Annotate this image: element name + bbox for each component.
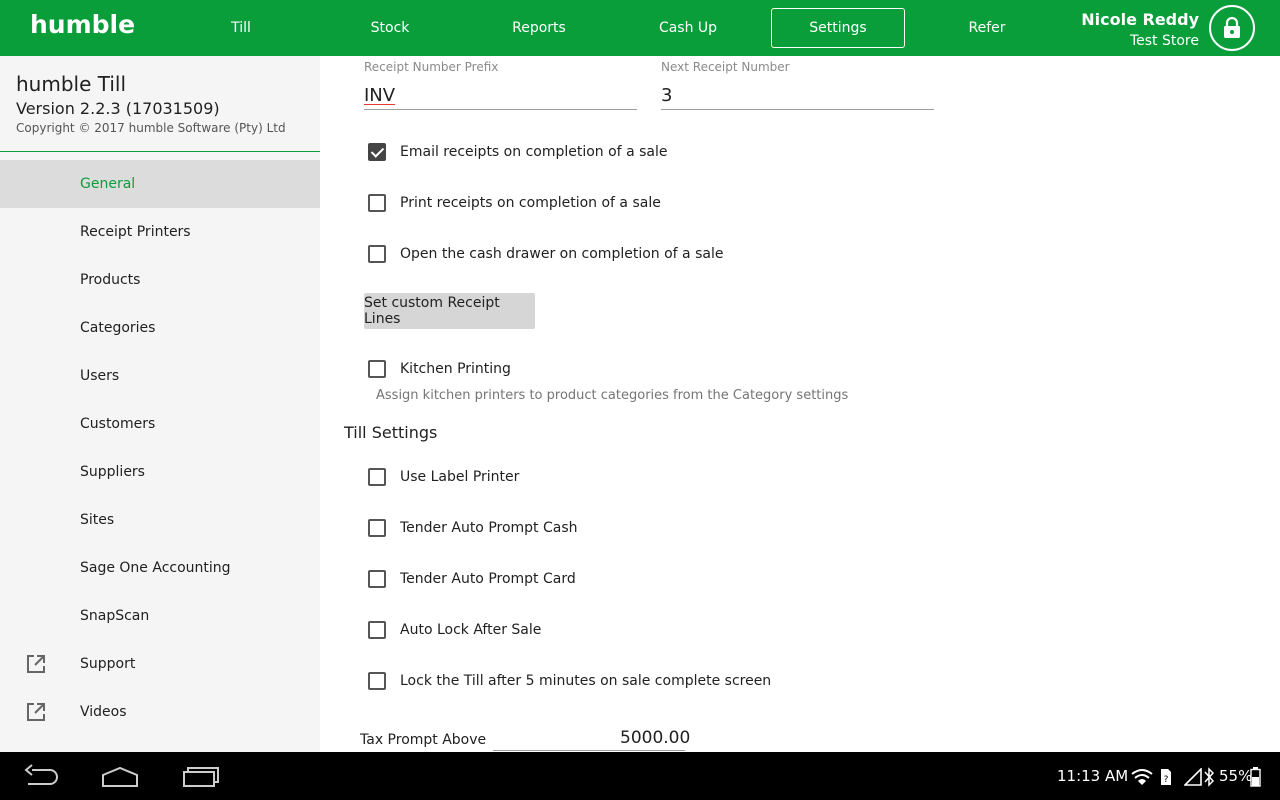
top-app-bar: humble Till Stock Reports Cash Up Settin… (0, 0, 1280, 56)
kitchen-printing-checkbox[interactable] (368, 360, 386, 378)
next-receipt-input[interactable]: 3 (661, 85, 672, 106)
sidebar-item-label: Receipt Printers (80, 224, 191, 240)
email-receipts-option[interactable]: Email receipts on completion of a sale (368, 140, 667, 164)
sidebar-item-label: Categories (80, 320, 156, 336)
sidebar-item-label: SnapScan (80, 608, 150, 624)
sidebar-item-label: Sites (80, 512, 115, 528)
sidebar-item-sage-one-accounting[interactable]: Sage One Accounting (0, 544, 320, 592)
sidebar-item-label: General (80, 176, 136, 192)
open-cash-drawer-option[interactable]: Open the cash drawer on completion of a … (368, 242, 723, 266)
sidebar-item-users[interactable]: Users (0, 352, 320, 400)
tender-auto-prompt-cash-checkbox[interactable] (368, 519, 386, 537)
sidebar-item-general[interactable]: General (0, 160, 320, 208)
sidebar-item-customers[interactable]: Customers (0, 400, 320, 448)
nav-settings[interactable]: Settings (771, 8, 905, 48)
kitchen-printing-helper: Assign kitchen printers to product categ… (376, 388, 849, 403)
checkbox-label: Tender Auto Prompt Cash (400, 520, 578, 536)
general-settings-panel: Receipt Number Prefix INV Next Receipt N… (320, 56, 1280, 752)
tender-auto-prompt-card-checkbox[interactable] (368, 570, 386, 588)
sidebar-item-label: Sage One Accounting (80, 560, 231, 576)
lock-till-after-5-minutes-option[interactable]: Lock the Till after 5 minutes on sale co… (368, 669, 771, 693)
sidebar-item-support[interactable]: Support (0, 640, 320, 688)
checkbox-label: Email receipts on completion of a sale (400, 144, 668, 160)
nav-stock[interactable]: Stock (323, 8, 457, 48)
sidebar-item-label: Suppliers (80, 464, 145, 480)
sidebar-item-label: Videos (80, 704, 127, 720)
signal-icon (1184, 768, 1202, 786)
sidebar-item-suppliers[interactable]: Suppliers (0, 448, 320, 496)
open-cash-drawer-checkbox[interactable] (368, 245, 386, 263)
sidebar-item-label: Products (80, 272, 141, 288)
tax-prompt-input[interactable]: 5000.00 (620, 728, 690, 748)
recent-apps-icon[interactable] (182, 764, 220, 788)
set-custom-receipt-lines-button[interactable]: Set custom Receipt Lines (364, 293, 535, 329)
nav-reports[interactable]: Reports (472, 8, 606, 48)
external-link-icon (27, 655, 45, 673)
sidebar-item-sites[interactable]: Sites (0, 496, 320, 544)
sidebar-item-label: Customers (80, 416, 156, 432)
bluetooth-icon (1204, 767, 1215, 787)
auto-lock-after-sale-option[interactable]: Auto Lock After Sale (368, 618, 541, 642)
auto-lock-after-sale-checkbox[interactable] (368, 621, 386, 639)
checkbox-label: Kitchen Printing (400, 361, 511, 377)
receipt-prefix-label: Receipt Number Prefix (364, 60, 499, 74)
humble-logo[interactable]: humble (30, 10, 135, 39)
sidebar-item-categories[interactable]: Categories (0, 304, 320, 352)
app-version: Version 2.2.3 (17031509) (16, 99, 220, 118)
tax-prompt-label: Tax Prompt Above (360, 732, 487, 748)
sidebar-item-receipt-printers[interactable]: Receipt Printers (0, 208, 320, 256)
sidebar-item-label: Users (80, 368, 120, 384)
settings-sidebar: humble Till Version 2.2.3 (17031509) Cop… (0, 56, 320, 752)
system-nav-bar: 11:13 AM ? 55% (0, 752, 1280, 800)
battery-icon (1250, 767, 1261, 787)
clock: 11:13 AM (1057, 767, 1129, 785)
checkbox-label: Open the cash drawer on completion of a … (400, 246, 724, 262)
lock-till-after-5-minutes-checkbox[interactable] (368, 672, 386, 690)
till-settings-heading: Till Settings (344, 423, 438, 442)
use-label-printer-checkbox[interactable] (368, 468, 386, 486)
svg-text:?: ? (1164, 775, 1169, 785)
app-copyright: Copyright © 2017 humble Software (Pty) L… (16, 121, 286, 135)
tender-auto-prompt-card-option[interactable]: Tender Auto Prompt Card (368, 567, 576, 591)
tax-prompt-underline (493, 750, 685, 751)
kitchen-printing-option[interactable]: Kitchen Printing (368, 357, 511, 381)
sidebar-item-label: Support (80, 656, 136, 672)
app-title: humble Till (16, 72, 127, 96)
checkbox-label: Tender Auto Prompt Card (400, 571, 576, 587)
sidebar-item-videos[interactable]: Videos (0, 688, 320, 736)
print-receipts-option[interactable]: Print receipts on completion of a sale (368, 191, 661, 215)
store-name: Test Store (1129, 33, 1199, 49)
nav-cash-up[interactable]: Cash Up (621, 8, 755, 48)
next-receipt-label: Next Receipt Number (661, 60, 790, 74)
sidebar-item-snapscan[interactable]: SnapScan (0, 592, 320, 640)
user-name: Nicole Reddy (1081, 10, 1199, 29)
checkbox-label: Auto Lock After Sale (400, 622, 542, 638)
battery-percent: 55% (1219, 767, 1253, 785)
sidebar-item-products[interactable]: Products (0, 256, 320, 304)
checkbox-label: Lock the Till after 5 minutes on sale co… (400, 673, 772, 689)
checkbox-label: Print receipts on completion of a sale (400, 195, 661, 211)
email-receipts-checkbox[interactable] (368, 143, 386, 161)
sidebar-divider (0, 151, 320, 152)
next-receipt-underline (661, 109, 934, 110)
external-link-icon (27, 703, 45, 721)
home-icon[interactable] (100, 764, 140, 788)
receipt-prefix-input[interactable]: INV (364, 85, 395, 106)
wifi-icon (1131, 769, 1153, 785)
checkbox-label: Use Label Printer (400, 469, 520, 485)
lock-icon (1224, 17, 1240, 38)
back-icon[interactable] (22, 764, 60, 788)
sim-icon: ? (1161, 769, 1171, 785)
lock-button[interactable] (1209, 5, 1255, 51)
use-label-printer-option[interactable]: Use Label Printer (368, 465, 519, 489)
receipt-prefix-underline (364, 109, 637, 110)
nav-refer[interactable]: Refer (920, 8, 1054, 48)
print-receipts-checkbox[interactable] (368, 194, 386, 212)
nav-till[interactable]: Till (174, 8, 308, 48)
tender-auto-prompt-cash-option[interactable]: Tender Auto Prompt Cash (368, 516, 578, 540)
